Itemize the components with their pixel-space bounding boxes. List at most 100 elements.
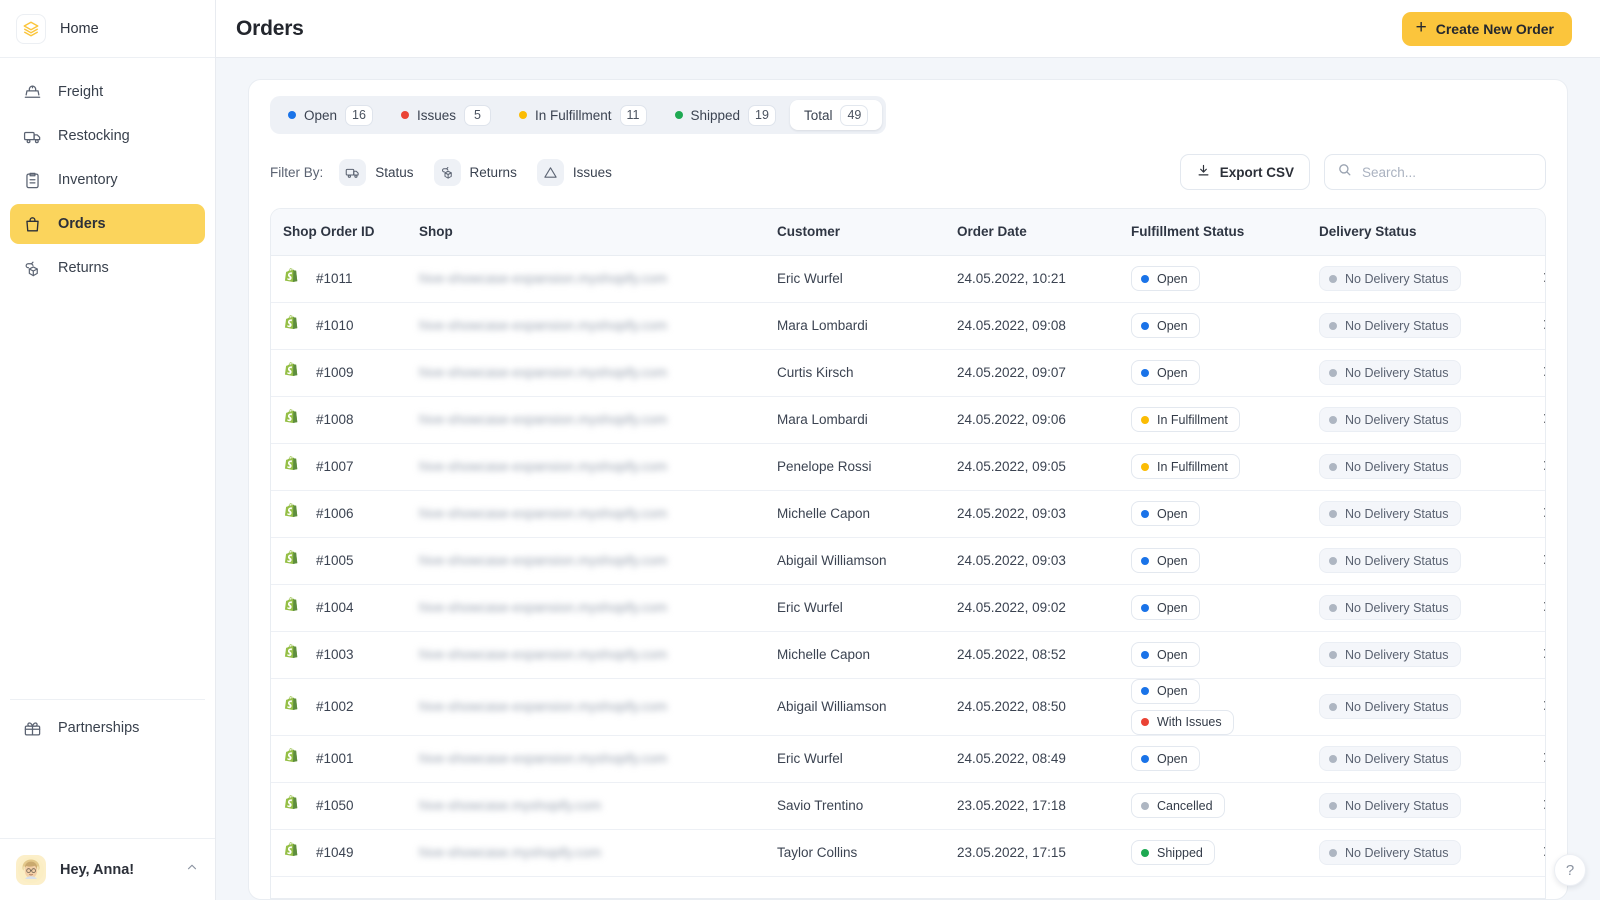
cell-shop-order-id: #1005 xyxy=(271,537,419,584)
fulfillment-status-label: In Fulfillment xyxy=(1157,460,1228,474)
row-open-chevron[interactable] xyxy=(1519,349,1546,396)
sidebar-item-partnerships[interactable]: Partnerships xyxy=(10,708,205,748)
row-open-chevron[interactable] xyxy=(1519,782,1546,829)
chevron-right-icon[interactable] xyxy=(1540,272,1547,287)
col-delivery-status[interactable]: Delivery Status xyxy=(1319,209,1519,255)
row-open-chevron[interactable] xyxy=(1519,396,1546,443)
create-new-order-label: Create New Order xyxy=(1436,21,1554,37)
delivery-status-label: No Delivery Status xyxy=(1345,507,1449,521)
sidebar-user-menu[interactable]: Hey, Anna! xyxy=(0,838,215,900)
order-date-label: 24.05.2022, 09:06 xyxy=(957,412,1066,427)
fulfillment-status-badge: Open xyxy=(1131,679,1200,704)
search-input[interactable] xyxy=(1362,165,1533,180)
table-row[interactable]: #1004hive-showcase-expansion.myshopify.c… xyxy=(271,584,1546,631)
sidebar-item-returns[interactable]: Returns xyxy=(10,248,205,288)
table-row[interactable]: #1003hive-showcase-expansion.myshopify.c… xyxy=(271,631,1546,678)
customer-name-label: Curtis Kirsch xyxy=(777,365,854,380)
row-open-chevron[interactable] xyxy=(1519,631,1546,678)
status-pill-total[interactable]: Total 49 xyxy=(790,100,882,130)
table-row[interactable]: #1011hive-showcase-expansion.myshopify.c… xyxy=(271,255,1546,302)
chevron-right-icon[interactable] xyxy=(1540,700,1547,715)
shop-domain-label: hive-showcase-expansion.myshopify.com xyxy=(419,699,667,714)
col-actions xyxy=(1519,209,1546,255)
table-row[interactable]: #1002hive-showcase-expansion.myshopify.c… xyxy=(271,678,1546,735)
chevron-right-icon[interactable] xyxy=(1540,554,1547,569)
cell-shop: hive-showcase.myshopify.com xyxy=(419,829,777,876)
col-customer[interactable]: Customer xyxy=(777,209,957,255)
table-row[interactable]: #1049hive-showcase.myshopify.comTaylor C… xyxy=(271,829,1546,876)
export-csv-button[interactable]: Export CSV xyxy=(1180,154,1310,190)
cell-customer: Mara Lombardi xyxy=(777,302,957,349)
row-open-chevron[interactable] xyxy=(1519,584,1546,631)
cell-customer: Penelope Rossi xyxy=(777,443,957,490)
chevron-right-icon[interactable] xyxy=(1540,601,1547,616)
table-row[interactable]: #1008hive-showcase-expansion.myshopify.c… xyxy=(271,396,1546,443)
status-pill-open[interactable]: Open 16 xyxy=(274,100,387,130)
search-box[interactable] xyxy=(1324,154,1546,190)
table-row[interactable]: #1001hive-showcase-expansion.myshopify.c… xyxy=(271,735,1546,782)
chevron-right-icon[interactable] xyxy=(1540,319,1547,334)
row-open-chevron[interactable] xyxy=(1519,443,1546,490)
chevron-right-icon[interactable] xyxy=(1540,648,1547,663)
order-date-label: 24.05.2022, 10:21 xyxy=(957,271,1066,286)
fulfillment-badge-stack: Shipped xyxy=(1131,840,1319,865)
avatar xyxy=(16,855,46,885)
chevron-up-icon[interactable] xyxy=(185,860,199,879)
chevron-right-icon[interactable] xyxy=(1540,460,1547,475)
create-new-order-button[interactable]: + Create New Order xyxy=(1402,12,1572,46)
row-open-chevron[interactable] xyxy=(1519,829,1546,876)
delivery-status-badge: No Delivery Status xyxy=(1319,407,1461,432)
row-open-chevron[interactable] xyxy=(1519,255,1546,302)
delivery-status-badge: No Delivery Status xyxy=(1319,313,1461,338)
table-row[interactable]: #1007hive-showcase-expansion.myshopify.c… xyxy=(271,443,1546,490)
table-row[interactable]: #1010hive-showcase-expansion.myshopify.c… xyxy=(271,302,1546,349)
col-shop-order-id[interactable]: Shop Order ID xyxy=(271,209,419,255)
status-pill-label: Issues xyxy=(417,108,456,123)
sidebar-item-inventory[interactable]: Inventory xyxy=(10,160,205,200)
cell-shop: hive-showcase-expansion.myshopify.com xyxy=(419,631,777,678)
delivery-status-badge: No Delivery Status xyxy=(1319,642,1461,667)
shopify-icon xyxy=(283,362,302,383)
table-row[interactable]: #1009hive-showcase-expansion.myshopify.c… xyxy=(271,349,1546,396)
table-row[interactable]: #1050hive-showcase.myshopify.comSavio Tr… xyxy=(271,782,1546,829)
orders-card: Open 16 Issues 5 In Fulfillment 11 xyxy=(248,79,1568,900)
status-pill-shipped[interactable]: Shipped 19 xyxy=(661,100,790,130)
fulfillment-status-label: Shipped xyxy=(1157,846,1203,860)
row-open-chevron[interactable] xyxy=(1519,678,1546,735)
chevron-right-icon[interactable] xyxy=(1540,846,1547,861)
filter-chip-issues[interactable]: Issues xyxy=(537,159,612,186)
status-dot xyxy=(1141,322,1149,330)
chevron-right-icon[interactable] xyxy=(1540,799,1547,814)
sidebar-item-restocking[interactable]: Restocking xyxy=(10,116,205,156)
customer-name-label: Eric Wurfel xyxy=(777,600,843,615)
shop-domain-label: hive-showcase-expansion.myshopify.com xyxy=(419,318,667,333)
status-pill-in-fulfillment[interactable]: In Fulfillment 11 xyxy=(505,100,661,130)
row-open-chevron[interactable] xyxy=(1519,490,1546,537)
sidebar-brand-home[interactable]: Home xyxy=(0,0,215,58)
row-open-chevron[interactable] xyxy=(1519,302,1546,349)
status-pill-issues[interactable]: Issues 5 xyxy=(387,100,505,130)
col-shop[interactable]: Shop xyxy=(419,209,777,255)
shopify-icon xyxy=(283,409,302,430)
orders-table-body: #1011hive-showcase-expansion.myshopify.c… xyxy=(271,255,1546,876)
sidebar-item-orders[interactable]: Orders xyxy=(10,204,205,244)
row-open-chevron[interactable] xyxy=(1519,537,1546,584)
table-row[interactable]: #1005hive-showcase-expansion.myshopify.c… xyxy=(271,537,1546,584)
col-order-date[interactable]: Order Date xyxy=(957,209,1131,255)
download-icon xyxy=(1196,163,1211,181)
chevron-right-icon[interactable] xyxy=(1540,366,1547,381)
table-row[interactable]: #1006hive-showcase-expansion.myshopify.c… xyxy=(271,490,1546,537)
sidebar-item-freight[interactable]: Freight xyxy=(10,72,205,112)
help-icon[interactable]: ? xyxy=(1554,854,1586,886)
chevron-right-icon[interactable] xyxy=(1540,413,1547,428)
chevron-right-icon[interactable] xyxy=(1540,507,1547,522)
orders-table-wrap: Shop Order ID Shop Customer Order Date F… xyxy=(270,208,1546,899)
filter-chip-status[interactable]: Status xyxy=(339,159,413,186)
chevron-right-icon[interactable] xyxy=(1540,752,1547,767)
filter-chip-returns[interactable]: Returns xyxy=(434,159,517,186)
row-open-chevron[interactable] xyxy=(1519,735,1546,782)
shop-domain-label: hive-showcase-expansion.myshopify.com xyxy=(419,412,667,427)
col-fulfillment-status[interactable]: Fulfillment Status xyxy=(1131,209,1319,255)
cell-shop-order-id: #1004 xyxy=(271,584,419,631)
cell-fulfillment-status: Open xyxy=(1131,735,1319,782)
